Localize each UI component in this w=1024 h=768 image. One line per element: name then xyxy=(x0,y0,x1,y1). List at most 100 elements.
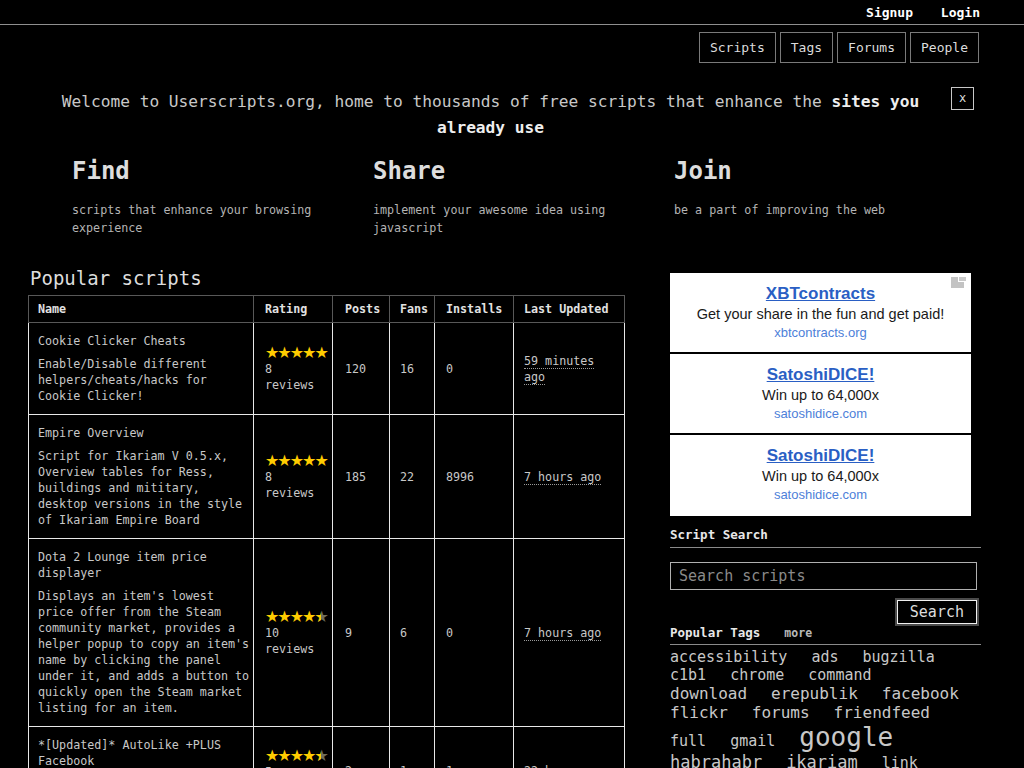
features-row: Find scripts that enhance your browsing … xyxy=(72,156,975,237)
ad-unit: SatoshiDICE! Win up to 64,000x satoshidi… xyxy=(670,354,971,435)
more-tags-link[interactable]: more xyxy=(784,626,812,640)
feature-share: Share implement your awesome idea using … xyxy=(373,156,674,237)
script-fans: 22 xyxy=(390,415,435,539)
ad-title-link[interactable]: XBTcontracts xyxy=(766,284,875,303)
column-header-updated: Last Updated xyxy=(514,296,625,323)
tab-tags[interactable]: Tags xyxy=(780,32,833,63)
tag-facebook[interactable]: facebook xyxy=(882,684,959,703)
last-updated-link[interactable]: 7 hours ago xyxy=(524,470,601,485)
script-installs: 0 xyxy=(435,323,514,415)
search-button[interactable]: Search xyxy=(897,600,977,624)
ad-title-link[interactable]: SatoshiDICE! xyxy=(767,446,875,465)
script-name-cell: Cookie Clicker Cheats Enable/Disable dif… xyxy=(29,323,254,415)
tag-accessibility[interactable]: accessibility xyxy=(670,648,787,666)
ad-title-link[interactable]: SatoshiDICE! xyxy=(767,365,875,384)
tag-google[interactable]: google xyxy=(799,722,893,752)
script-search-title: Script Search xyxy=(670,527,981,548)
column-header-name: Name xyxy=(29,296,254,323)
script-link[interactable]: Empire Overview xyxy=(38,426,144,440)
main-nav: ScriptsTagsForumsPeople xyxy=(0,25,1024,85)
last-updated-link[interactable]: 22 hours ago xyxy=(524,764,608,768)
column-header-fans: Fans xyxy=(390,296,435,323)
tab-people[interactable]: People xyxy=(910,32,979,63)
feature-title: Find xyxy=(72,156,373,186)
script-link[interactable]: Dota 2 Lounge item price displayer xyxy=(38,550,207,580)
adchoices-icon[interactable] xyxy=(950,276,967,289)
tag-full[interactable]: full xyxy=(670,732,706,750)
script-name-cell: Empire Overview Script for Ikariam V 0.5… xyxy=(29,415,254,539)
feature-find: Find scripts that enhance your browsing … xyxy=(72,156,373,237)
tag-download[interactable]: download xyxy=(670,684,747,703)
tag-link[interactable]: link xyxy=(882,754,918,768)
script-description: Script for Ikariam V 0.5.x, Overview tab… xyxy=(38,448,250,528)
ad-unit: XBTcontracts Get your share in the fun a… xyxy=(670,273,971,354)
close-icon[interactable]: x xyxy=(951,87,974,110)
tag-habrahabr[interactable]: habrahabr xyxy=(670,752,762,768)
script-posts: 9 xyxy=(333,539,390,727)
script-link[interactable]: *[Updated]* AutoLike +PLUS Facebook xyxy=(38,738,221,768)
sidebar: XBTcontracts Get your share in the fun a… xyxy=(670,266,981,768)
review-count[interactable]: 8 reviews xyxy=(265,469,326,501)
column-header-installs: Installs xyxy=(435,296,514,323)
tab-forums[interactable]: Forums xyxy=(837,32,906,63)
tag-erepublik[interactable]: erepublik xyxy=(771,684,858,703)
ad-unit: SatoshiDICE! Win up to 64,000x satoshidi… xyxy=(670,435,971,516)
table-row: Dota 2 Lounge item price displayer Displ… xyxy=(29,539,625,727)
signup-link[interactable]: Signup xyxy=(866,5,913,20)
feature-description: scripts that enhance your browsing exper… xyxy=(72,201,332,237)
tag-forums[interactable]: forums xyxy=(752,703,810,722)
tag-bugzilla[interactable]: bugzilla xyxy=(863,648,935,666)
tab-scripts[interactable]: Scripts xyxy=(699,32,776,63)
feature-title: Share xyxy=(373,156,674,186)
review-count[interactable]: 10 reviews xyxy=(265,625,326,657)
script-link[interactable]: Cookie Clicker Cheats xyxy=(38,334,186,348)
script-fans: 16 xyxy=(390,323,435,415)
star-rating-icon: ★★★★★ xyxy=(265,453,326,469)
script-last-updated: 7 hours ago xyxy=(514,415,625,539)
ad-url[interactable]: satoshidice.com xyxy=(670,487,971,503)
script-last-updated: 7 hours ago xyxy=(514,539,625,727)
ad-url[interactable]: xbtcontracts.org xyxy=(670,325,971,341)
tag-friendfeed[interactable]: friendfeed xyxy=(834,703,930,722)
script-description: Enable/Disable different helpers/cheats/… xyxy=(38,356,250,404)
star-rating-icon: ★★★★★★ xyxy=(265,748,326,764)
welcome-text: Welcome to Userscripts.org, home to thou… xyxy=(62,92,832,111)
popular-scripts-title: Popular scripts xyxy=(30,266,624,290)
script-installs: 1 xyxy=(435,727,514,768)
script-description: Displays an item's lowest price offer fr… xyxy=(38,588,250,716)
tag-flickr[interactable]: flickr xyxy=(670,703,728,722)
script-rating-cell: ★★★★★ 8 reviews xyxy=(254,415,333,539)
script-rating-cell: ★★★★★★ 10 reviews xyxy=(254,539,333,727)
feature-title: Join xyxy=(674,156,975,186)
tag-c1b1[interactable]: c1b1 xyxy=(670,666,706,684)
star-rating-icon: ★★★★★★ xyxy=(265,609,326,625)
script-last-updated: 22 hours ago xyxy=(514,727,625,768)
review-count[interactable]: 8 reviews xyxy=(265,361,326,393)
tag-ads[interactable]: ads xyxy=(811,648,838,666)
script-installs: 8996 xyxy=(435,415,514,539)
script-fans: 1 xyxy=(390,727,435,768)
last-updated-link[interactable]: 59 minutes ago xyxy=(524,354,594,385)
tag-gmail[interactable]: gmail xyxy=(730,732,775,750)
tag-command[interactable]: command xyxy=(808,666,871,684)
popular-tags-title: Popular Tags xyxy=(670,625,760,640)
login-link[interactable]: Login xyxy=(941,5,980,20)
tag-cloud: accessibility ads bugzilla c1b1 chrome comman… xyxy=(670,649,981,768)
feature-description: implement your awesome idea using javasc… xyxy=(373,201,633,237)
popular-tags-header: Popular Tags more xyxy=(670,625,981,645)
script-name-cell: Dota 2 Lounge item price displayer Displ… xyxy=(29,539,254,727)
script-rating-cell: ★★★★★★ 5 reviews xyxy=(254,727,333,768)
tag-chrome[interactable]: chrome xyxy=(730,666,784,684)
tag-ikariam[interactable]: ikariam xyxy=(786,752,858,768)
top-bar: Signup Login xyxy=(0,0,1024,25)
search-input[interactable] xyxy=(670,562,977,590)
last-updated-link[interactable]: 7 hours ago xyxy=(524,626,601,641)
welcome-banner: Welcome to Userscripts.org, home to thou… xyxy=(0,89,981,141)
script-installs: 0 xyxy=(435,539,514,727)
feature-join: Join be a part of improving the web xyxy=(674,156,975,237)
table-row: *[Updated]* AutoLike +PLUS Facebook ★★★★… xyxy=(29,727,625,768)
script-rating-cell: ★★★★★ 8 reviews xyxy=(254,323,333,415)
script-posts: 2 xyxy=(333,727,390,768)
ad-url[interactable]: satoshidice.com xyxy=(670,406,971,422)
ad-text: Win up to 64,000x xyxy=(670,467,971,486)
